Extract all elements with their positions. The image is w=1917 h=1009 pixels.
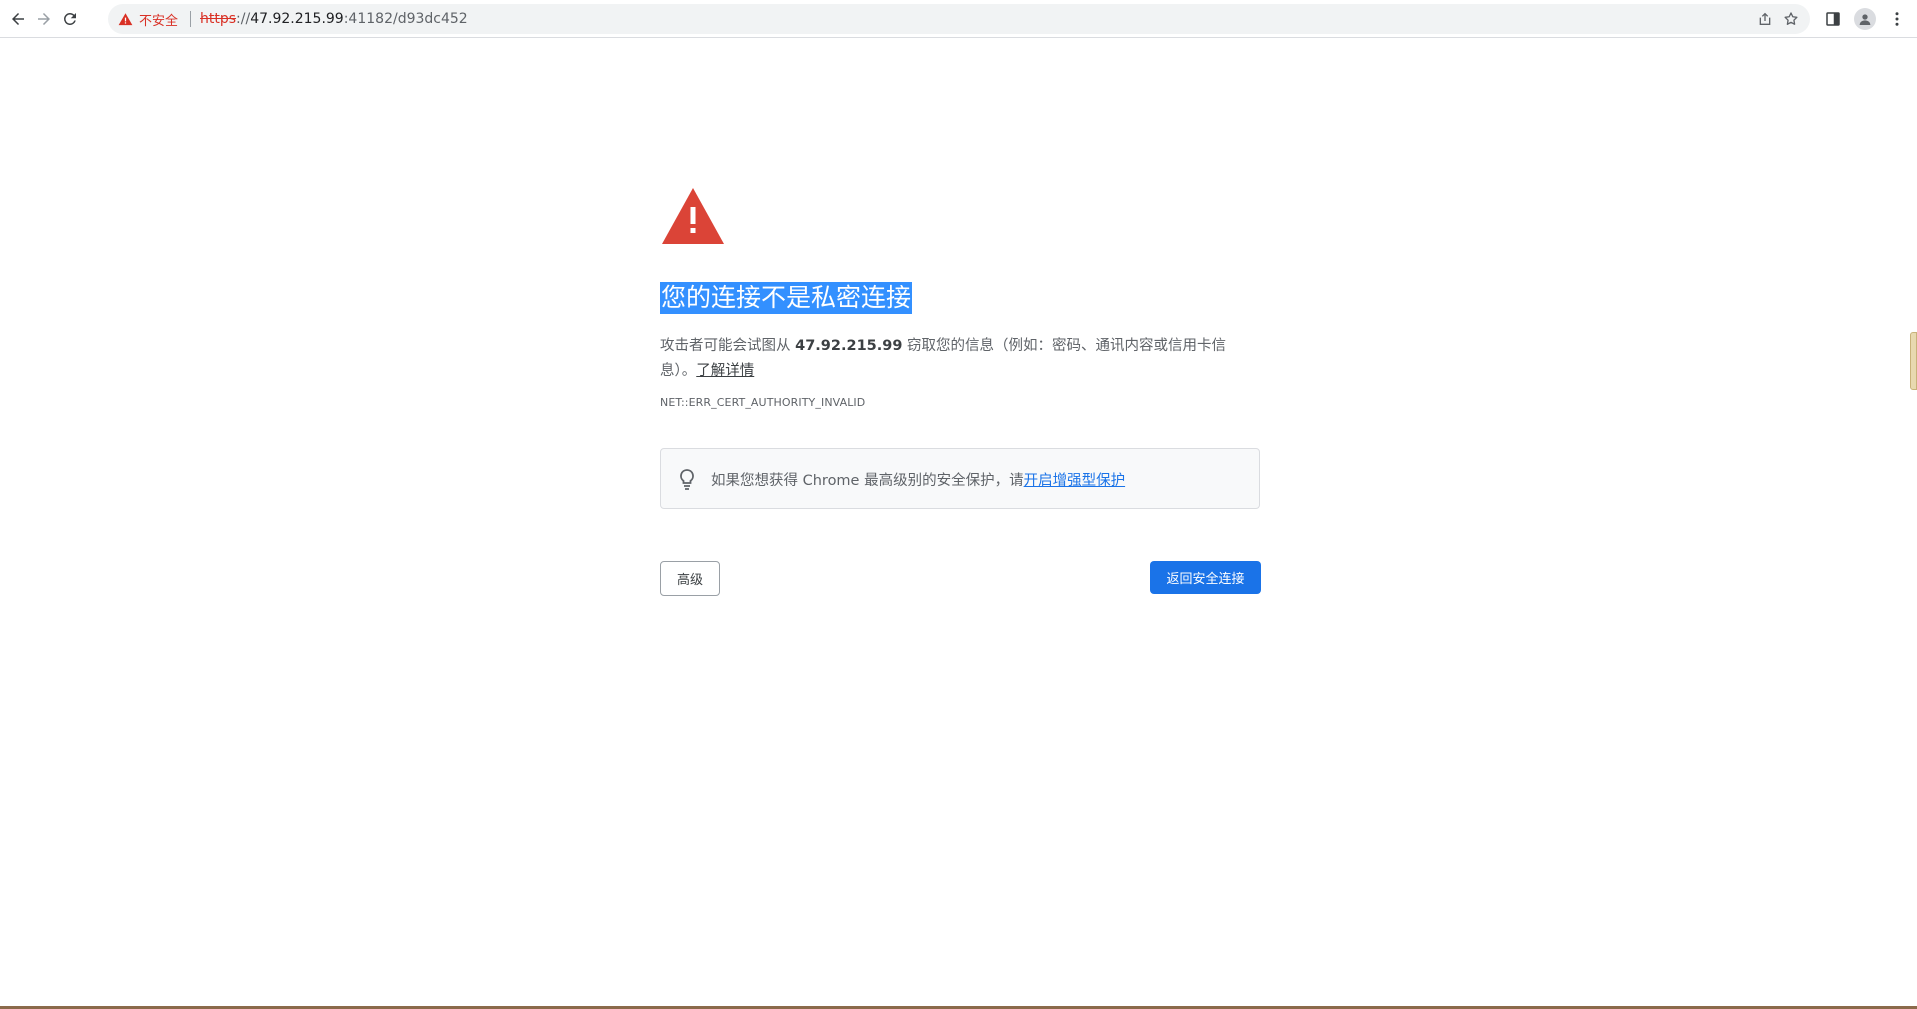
url-path: :41182/d93dc452 — [343, 11, 468, 27]
reload-button[interactable] — [56, 5, 84, 33]
forward-arrow-icon — [38, 13, 50, 25]
browser-toolbar: 不安全 https://47.92.215.99:41182/d93dc452 — [0, 0, 1917, 38]
error-explanation: 攻击者可能会试图从 47.92.215.99 窃取您的信息（例如：密码、通讯内容… — [660, 334, 1250, 384]
avatar — [1854, 8, 1876, 30]
explanation-host: 47.92.215.99 — [795, 338, 903, 354]
kebab-menu-icon — [1895, 12, 1899, 26]
advanced-button[interactable]: 高级 — [660, 561, 720, 596]
forward-button[interactable] — [30, 5, 58, 33]
back-to-safety-button[interactable]: 返回安全连接 — [1150, 561, 1261, 594]
url-scheme: https — [200, 11, 237, 27]
security-divider — [190, 11, 191, 27]
star-icon — [1784, 12, 1798, 25]
enhanced-protection-banner: 如果您想获得 Chrome 最高级别的安全保护，请开启增强型保护 — [660, 448, 1260, 509]
reload-icon — [64, 13, 76, 25]
learn-more-link[interactable]: 了解详情 — [696, 363, 754, 379]
profile-button[interactable] — [1851, 5, 1879, 33]
address-bar[interactable]: 不安全 https://47.92.215.99:41182/d93dc452 — [108, 4, 1810, 34]
security-chip[interactable]: 不安全 — [118, 9, 178, 29]
danger-warning-icon — [660, 186, 726, 246]
enhanced-protection-link[interactable]: 开启增强型保护 — [1024, 473, 1126, 489]
side-panel-icon — [1826, 12, 1840, 26]
explanation-prefix: 攻击者可能会试图从 — [660, 338, 796, 354]
share-icon — [1759, 12, 1771, 25]
menu-button[interactable] — [1883, 5, 1911, 33]
back-arrow-icon — [12, 13, 24, 25]
bookmark-button[interactable] — [1782, 10, 1800, 28]
url-separator: :// — [236, 11, 251, 27]
lightbulb-icon — [677, 468, 697, 490]
back-button[interactable] — [4, 5, 32, 33]
scrollbar-thumb[interactable] — [1910, 332, 1917, 390]
enhanced-protection-text: 如果您想获得 Chrome 最高级别的安全保护，请开启增强型保护 — [711, 469, 1125, 490]
error-code: NET::ERR_CERT_AUTHORITY_INVALID — [660, 396, 866, 409]
enhanced-protection-message: 如果您想获得 Chrome 最高级别的安全保护，请 — [711, 473, 1024, 489]
profile-icon — [1859, 14, 1871, 25]
url-host: 47.92.215.99 — [250, 11, 344, 27]
share-button[interactable] — [1756, 10, 1774, 28]
side-panel-button[interactable] — [1819, 5, 1847, 33]
warning-triangle-icon — [118, 12, 133, 25]
page-title: 您的连接不是私密连接 — [660, 282, 913, 314]
security-label: 不安全 — [139, 13, 179, 29]
url-text[interactable]: https://47.92.215.99:41182/d93dc452 — [200, 11, 468, 27]
